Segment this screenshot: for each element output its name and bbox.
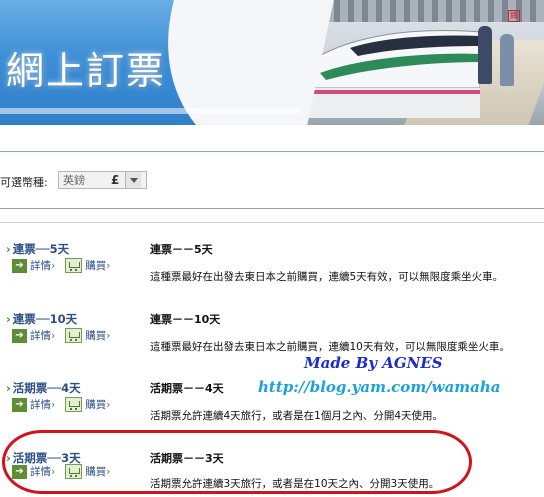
ticket-name-link[interactable]: › 連票──5天	[6, 241, 69, 257]
buy-link[interactable]: 購買›	[85, 328, 110, 343]
detail-link[interactable]: 詳情›	[30, 397, 55, 412]
ticket-item: › 連票──10天 ➔ 詳情› 購買› 連票－－10天 這種票最好在出發去東日本之…	[0, 311, 544, 371]
dropdown-arrow-icon[interactable]	[125, 172, 141, 188]
detail-link[interactable]: 詳情›	[30, 328, 55, 343]
passenger-figure	[500, 34, 514, 86]
arrow-right-icon[interactable]: ➔	[12, 397, 27, 412]
chevron-right-icon: ›	[6, 381, 11, 395]
divider	[0, 222, 544, 223]
cart-icon[interactable]	[65, 328, 83, 343]
buy-link[interactable]: 購買›	[85, 397, 110, 412]
page-title: 網上訂票	[6, 49, 167, 93]
detail-link[interactable]: 詳情›	[30, 258, 55, 273]
ticket-actions: ➔ 詳情› 購買›	[12, 397, 110, 412]
ticket-description: 這種票最好在出發去東日本之前購買，連續10天有效，可以無限度乘坐火車。	[150, 341, 510, 353]
arrow-right-icon[interactable]: ➔	[12, 328, 27, 343]
chevron-right-icon: ›	[6, 242, 11, 256]
ticket-item: › 連票──5天 ➔ 詳情› 購買› 連票－－5天 這種票最好在出發去東日本之前購…	[0, 241, 544, 301]
watermark-url: http://blog.yam.com/wamaha	[258, 378, 501, 396]
buy-link[interactable]: 購買›	[85, 258, 110, 273]
watermark-author: Made By AGNES	[304, 354, 443, 372]
divider	[0, 151, 544, 152]
cart-icon[interactable]	[65, 397, 83, 412]
header-banner: 鐵 網上訂票	[0, 0, 544, 125]
currency-selected-name: 英鎊	[63, 174, 85, 187]
currency-selected-symbol: £	[111, 173, 120, 187]
chevron-right-icon: ›	[6, 312, 11, 326]
ticket-name-link[interactable]: › 連票──10天	[6, 311, 77, 327]
ticket-description: 這種票最好在出發去東日本之前購買，連續5天有效，可以無限度乘坐火車。	[150, 271, 504, 283]
cart-icon[interactable]	[65, 258, 83, 273]
ticket-title: 連票－－10天	[150, 313, 221, 326]
ticket-description: 活期票允許連續4天旅行，或者是在1個月之內、分開4天使用。	[150, 410, 444, 422]
ticket-actions: ➔ 詳情› 購買›	[12, 258, 110, 273]
arrow-right-icon[interactable]: ➔	[12, 258, 27, 273]
ticket-title: 活期票－－4天	[150, 382, 224, 395]
divider	[0, 208, 544, 209]
ticket-name-link[interactable]: › 活期票──4天	[6, 380, 81, 396]
stamp-mark: 鐵	[508, 10, 520, 22]
passenger-figure	[478, 26, 492, 84]
currency-select[interactable]: 英鎊 £	[58, 171, 147, 189]
ticket-actions: ➔ 詳情› 購買›	[12, 328, 110, 343]
ticket-title: 連票－－5天	[150, 243, 213, 256]
highlight-circle	[2, 430, 472, 494]
currency-label: 可選幣種:	[0, 176, 48, 189]
